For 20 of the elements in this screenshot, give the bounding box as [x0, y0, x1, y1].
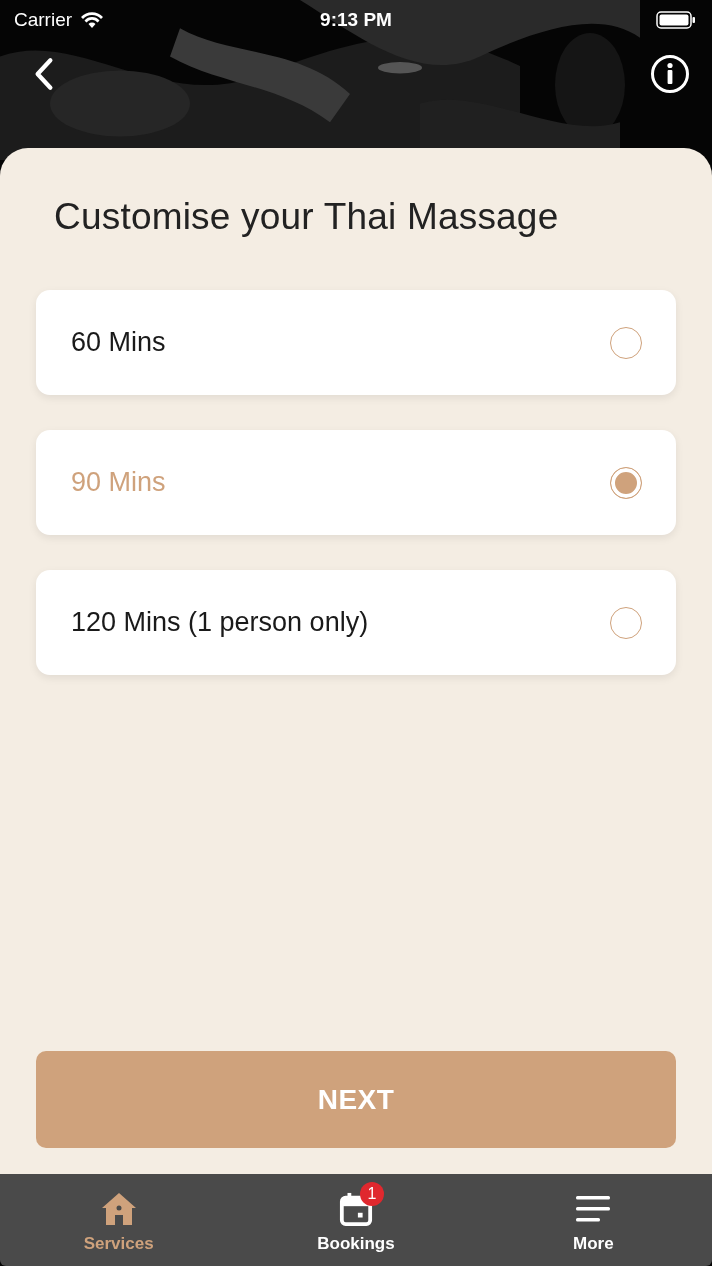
- home-icon: [100, 1192, 137, 1226]
- option-label: 120 Mins (1 person only): [71, 607, 369, 638]
- back-icon[interactable]: [33, 57, 55, 91]
- duration-option[interactable]: 120 Mins (1 person only): [36, 570, 676, 675]
- radio-button[interactable]: [610, 326, 642, 359]
- radio-button[interactable]: [610, 606, 642, 639]
- carrier-label: Carrier: [14, 9, 73, 31]
- wifi-icon: [80, 11, 105, 29]
- duration-option[interactable]: 60 Mins: [36, 290, 676, 395]
- info-icon[interactable]: [650, 54, 690, 94]
- option-label: 60 Mins: [71, 327, 166, 358]
- status-time: 9:13 PM: [320, 9, 392, 31]
- page-title: Customise your Thai Massage: [53, 196, 560, 238]
- battery-icon: [656, 11, 696, 29]
- tab-item[interactable]: Services: [28, 1174, 209, 1266]
- tab-item[interactable]: More: [503, 1174, 684, 1266]
- option-label: 90 Mins: [71, 467, 166, 498]
- notification-badge: 1: [360, 1182, 384, 1206]
- radio-button[interactable]: [610, 466, 642, 499]
- tab-item[interactable]: 1 Bookings: [266, 1174, 446, 1266]
